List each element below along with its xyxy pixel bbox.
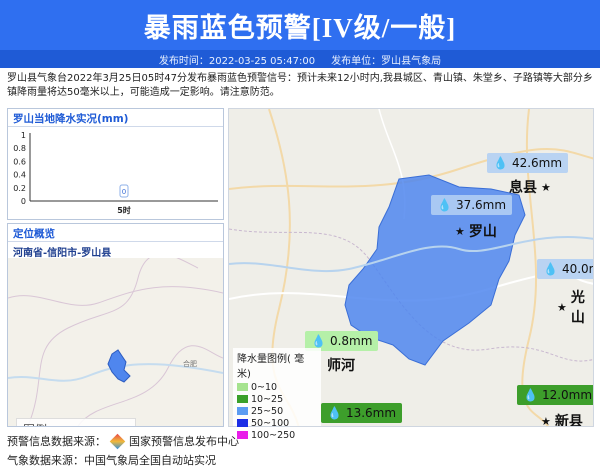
- rainfall-chart: 0 0.2 0.4 0.6 0.8 1 0 5时: [8, 127, 223, 219]
- raindrop-icon: 💧: [437, 198, 452, 212]
- city-shihe: 师河: [327, 355, 355, 375]
- rain-legend-label: 100~250: [251, 429, 296, 441]
- rain-legend-row: 25~50: [237, 405, 317, 417]
- city-star-icon: ★: [557, 300, 567, 314]
- city-star-icon: ★: [455, 224, 465, 238]
- rain-legend-title: 降水量图例( 毫米): [237, 354, 305, 380]
- city-label: 罗山: [468, 224, 497, 240]
- meta-bar: 发布时间：2022-03-25 05:47:00 发布单位：罗山县气象局: [0, 50, 600, 68]
- warning-description: 罗山县气象台2022年3月25日05时47分发布暴雨蓝色预警信号：预计未来12小…: [7, 73, 593, 98]
- warning-source-prefix: 预警信息数据来源：: [7, 435, 106, 448]
- rain-legend-row: 0~10: [237, 381, 317, 393]
- province-border: [8, 286, 223, 306]
- y-tick-label: 0: [21, 197, 26, 206]
- city-guangshan: ★ 光山: [557, 287, 593, 327]
- bar-data-label: 0: [122, 188, 126, 196]
- location-path: 河南省-信阳市-罗山县: [13, 248, 112, 259]
- publish-time: 发布时间：2022-03-25 05:47:00: [158, 55, 316, 67]
- publisher: 发布单位：罗山县气象局: [331, 55, 442, 67]
- rain-callout[interactable]: 💧 13.6mm: [321, 403, 403, 423]
- callout-value: 40.0mm: [561, 262, 593, 276]
- city-label: 息县: [509, 180, 537, 196]
- city-luoshan: ★ 罗山: [455, 221, 497, 241]
- raindrop-icon: 💧: [523, 388, 538, 402]
- weather-source-row: 气象数据来源：中国气象局全国自动站实况: [7, 451, 239, 470]
- y-tick-label: 0.4: [13, 171, 26, 180]
- weather-source-text: 气象数据来源：中国气象局全国自动站实况: [7, 454, 216, 467]
- overview-minimap[interactable]: 合肥 图例 国界 省界: [8, 258, 223, 426]
- y-tick-label: 1: [21, 131, 26, 140]
- callout-value: 0.8mm: [329, 334, 373, 348]
- rainfall-panel-title: 罗山当地降水实况(mm): [8, 109, 223, 127]
- province-border: [27, 258, 199, 426]
- y-tick-label: 0.6: [13, 157, 26, 166]
- city-star-icon: ★: [541, 414, 551, 427]
- x-tick-label: 5时: [117, 205, 131, 215]
- data-sources: 预警信息数据来源： 国家预警信息发布中心 气象数据来源：中国气象局全国自动站实况: [7, 432, 239, 470]
- y-tick-label: 0.2: [13, 184, 26, 193]
- callout-value: 13.6mm: [345, 406, 397, 420]
- city-star-icon: ★: [541, 180, 551, 194]
- minimap-label-hefei: 合肥: [183, 359, 197, 368]
- legend-title: 图例: [23, 421, 47, 426]
- callout-value: 37.6mm: [455, 198, 507, 212]
- raindrop-icon: 💧: [493, 156, 508, 170]
- rain-callout[interactable]: 💧 12.0mm: [517, 385, 593, 405]
- rain-legend-label: 0~10: [251, 381, 278, 393]
- callout-value: 12.0mm: [541, 388, 593, 402]
- warning-source-name[interactable]: 国家预警信息发布中心: [129, 432, 239, 451]
- raindrop-icon: 💧: [543, 262, 558, 276]
- city-xinxian: ★ 新县: [541, 411, 583, 427]
- warning-title: 暴雨蓝色预警[IV级/一般]: [143, 12, 457, 43]
- minimap-svg: 合肥: [8, 258, 223, 426]
- rain-legend-swatch: [237, 383, 248, 391]
- callout-value: 42.6mm: [511, 156, 563, 170]
- rain-legend-label: 25~50: [251, 405, 284, 417]
- warning-source-row: 预警信息数据来源： 国家预警信息发布中心: [7, 432, 239, 451]
- rain-legend-row: 10~25: [237, 393, 317, 405]
- city-xixian: 息县 ★: [509, 177, 551, 197]
- warning-center-logo-icon: [109, 433, 126, 450]
- raindrop-icon: 💧: [311, 334, 326, 348]
- rain-callout[interactable]: 💧 37.6mm: [431, 195, 513, 215]
- rainfall-panel: 罗山当地降水实况(mm) 0 0.2 0.4 0.6 0.8 1 0 5时: [7, 108, 224, 220]
- rain-legend-swatch: [237, 419, 248, 427]
- rain-legend-row: 50~100: [237, 417, 317, 429]
- map-legend: 图例 国界 省界: [16, 418, 136, 426]
- header-banner: 暴雨蓝色预警[IV级/一般]: [0, 0, 600, 50]
- city-label: 师河: [327, 358, 355, 374]
- rain-legend: 降水量图例( 毫米) 0~10 10~25 25~50 50~100 100~2…: [233, 348, 321, 441]
- y-tick-label: 0.8: [13, 144, 26, 153]
- rain-legend-label: 50~100: [251, 417, 290, 429]
- location-panel-title: 定位概览: [8, 224, 223, 242]
- city-label: 新县: [554, 414, 583, 427]
- rain-legend-row: 100~250: [237, 429, 317, 441]
- raindrop-icon: 💧: [327, 406, 342, 420]
- rain-callout[interactable]: 💧 42.6mm: [487, 153, 569, 173]
- rain-legend-swatch: [237, 395, 248, 403]
- location-panel: 定位概览 河南省-信阳市-罗山县 合肥 图例 国界 省界: [7, 223, 224, 427]
- rainfall-chart-svg: 0 0.2 0.4 0.6 0.8 1 0 5时: [13, 131, 218, 215]
- rain-legend-swatch: [237, 407, 248, 415]
- province-border: [77, 345, 223, 426]
- city-label: 光山: [570, 290, 585, 326]
- rain-legend-label: 10~25: [251, 393, 284, 405]
- rain-callout[interactable]: 💧 40.0mm: [537, 259, 593, 279]
